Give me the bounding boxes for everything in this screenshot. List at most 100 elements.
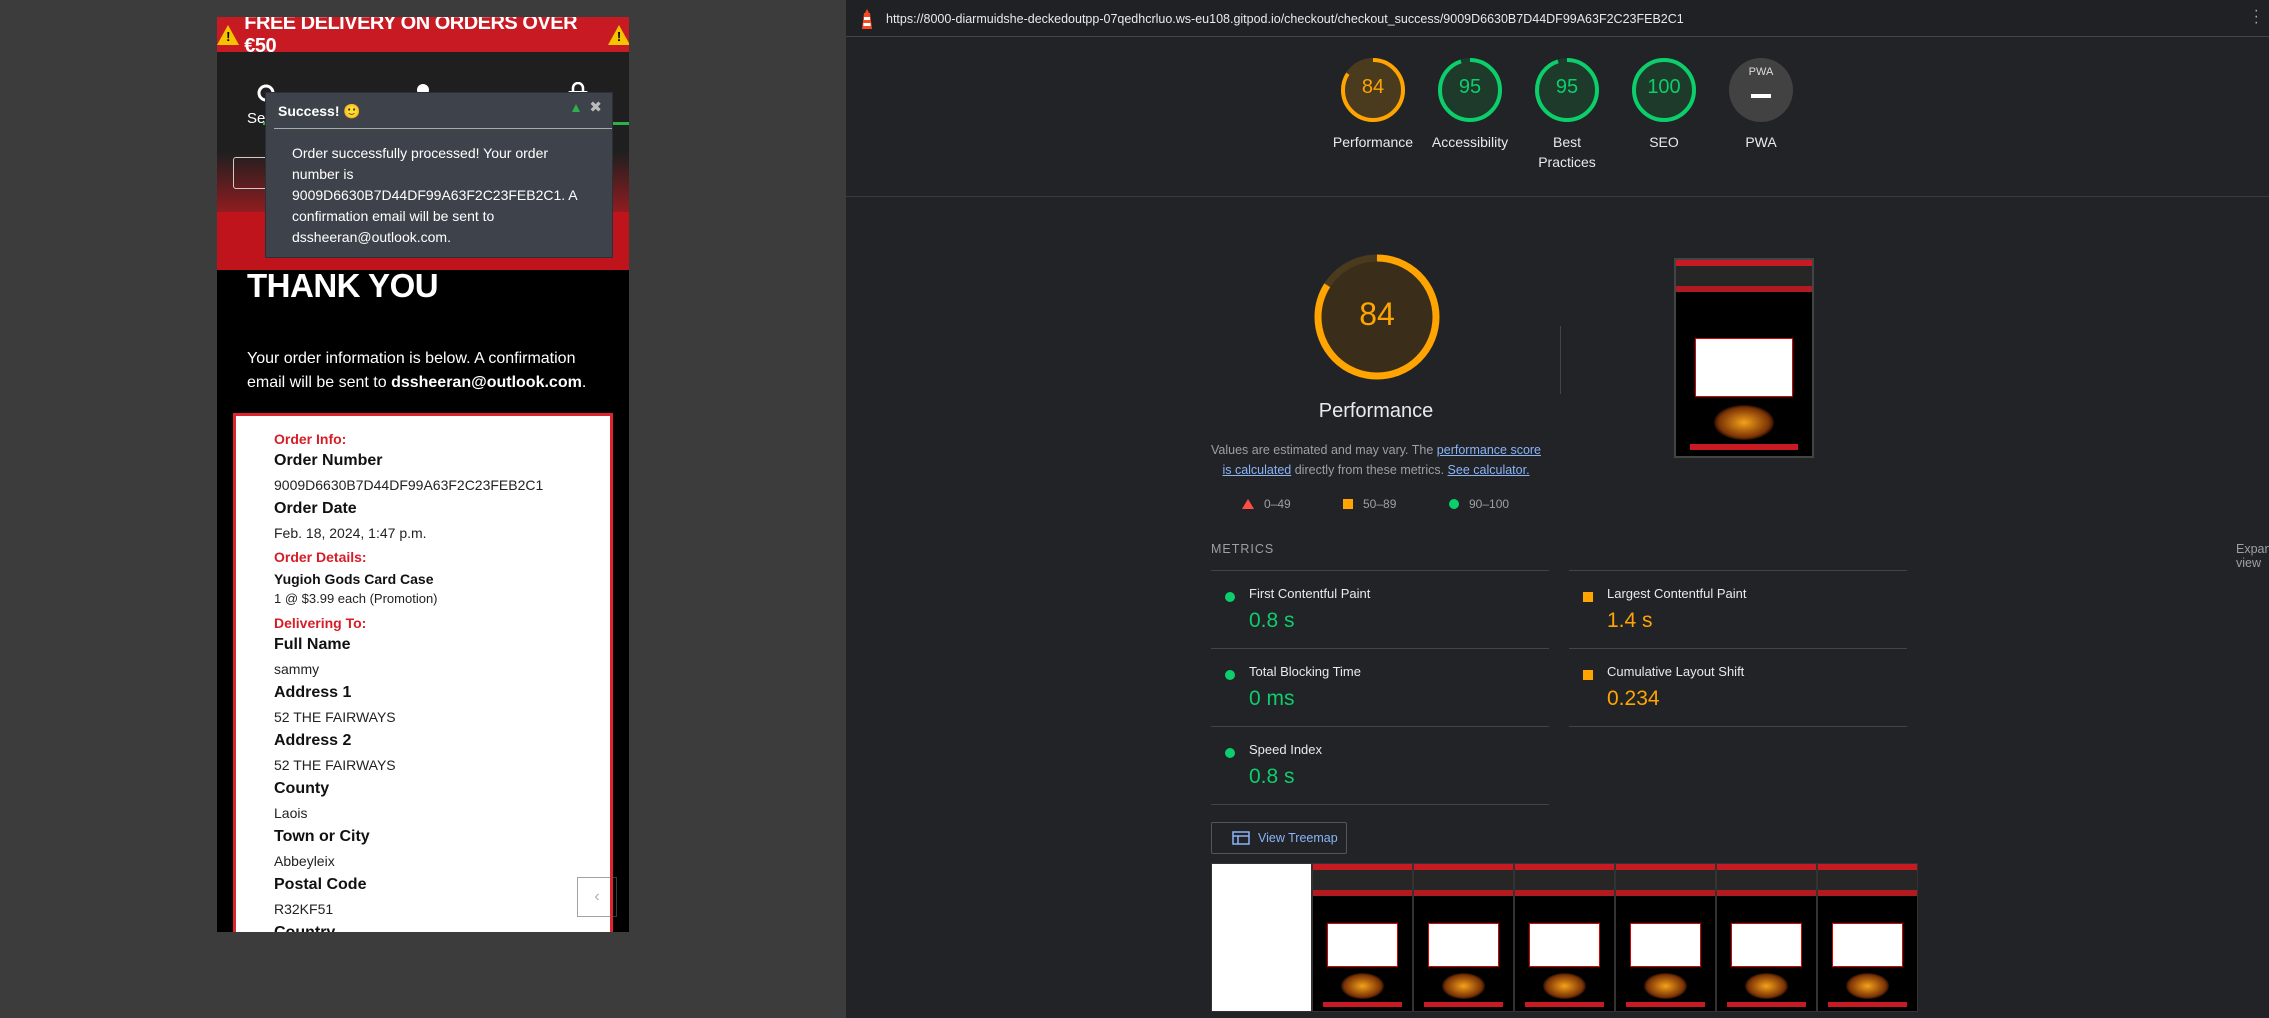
warning-icon bbox=[607, 24, 629, 45]
page-title: THANK YOU bbox=[247, 267, 439, 304]
average-square-icon bbox=[1343, 499, 1353, 509]
mobile-viewport: FREE DELIVERY ON ORDERS OVER €50 Se Succ… bbox=[217, 17, 629, 932]
gauge-seo[interactable]: 100 SEO bbox=[1618, 56, 1710, 152]
intro-end: . bbox=[581, 374, 587, 391]
chevron-up-icon[interactable]: ‹ bbox=[577, 877, 617, 917]
toast-title: Success! 🙂 bbox=[278, 103, 361, 119]
legend-pass: 90–100 bbox=[1449, 497, 1509, 511]
report-url-bar: https://8000-diarmuidshe-deckedoutpp-07q… bbox=[846, 0, 2269, 37]
lighthouse-report: https://8000-diarmuidshe-deckedoutpp-07q… bbox=[846, 0, 2269, 1018]
legend-fail: 0–49 bbox=[1242, 497, 1291, 511]
vertical-divider bbox=[1560, 326, 1561, 394]
expand-view-toggle[interactable]: Expand view bbox=[2236, 542, 2269, 570]
gauge-label: Accessibility bbox=[1431, 134, 1509, 150]
pass-circle-icon bbox=[1225, 592, 1235, 602]
intro-email: dssheeran@outlook.com bbox=[391, 374, 582, 391]
order-number: 9009D6630B7D44DF99A63F2C23FEB2C1 bbox=[274, 477, 544, 493]
filmstrip-frame bbox=[1211, 863, 1312, 1012]
metric-label: Largest Contentful Paint bbox=[1607, 586, 1747, 601]
perf-desc-text: Values are estimated and may vary. The bbox=[1210, 443, 1437, 457]
divider bbox=[1569, 570, 1907, 571]
divider bbox=[1569, 726, 1907, 727]
gauge-best-practices[interactable]: 95 Best Practices bbox=[1521, 56, 1613, 172]
gauge-performance[interactable]: 84 Performance bbox=[1327, 56, 1419, 152]
divider bbox=[1569, 648, 1907, 649]
filmstrip-frame bbox=[1312, 863, 1413, 1012]
postal-code: R32KF51 bbox=[274, 901, 334, 917]
filmstrip-frame bbox=[1716, 863, 1817, 1012]
pwa-badge-text: PWA bbox=[1748, 66, 1774, 78]
order-summary-card: Order Info: Order Number 9009D6630B7D44D… bbox=[233, 413, 613, 932]
order-number-label: Order Number bbox=[274, 452, 383, 469]
legend-average: 50–89 bbox=[1343, 497, 1396, 511]
final-screenshot[interactable] bbox=[1674, 258, 1814, 458]
postal-code-label: Postal Code bbox=[274, 876, 367, 893]
performance-title: Performance bbox=[1318, 400, 1434, 422]
metric-label: First Contentful Paint bbox=[1249, 586, 1371, 601]
full-name-label: Full Name bbox=[274, 636, 351, 653]
screenshot-mock bbox=[1676, 260, 1812, 456]
intro-text: Your order information is below. A confi… bbox=[247, 347, 607, 395]
address1-label: Address 1 bbox=[274, 684, 352, 701]
order-info-label: Order Info: bbox=[274, 431, 347, 447]
delivering-label: Delivering To: bbox=[274, 615, 367, 631]
pass-circle-icon bbox=[1449, 499, 1459, 509]
town-label: Town or City bbox=[274, 828, 370, 845]
address1: 52 THE FAIRWAYS bbox=[274, 709, 396, 725]
address2: 52 THE FAIRWAYS bbox=[274, 757, 396, 773]
metric-fcp: First Contentful Paint 0.8 s bbox=[1211, 574, 1541, 650]
town: Abbeyleix bbox=[274, 853, 335, 869]
metrics-header: METRICS bbox=[1211, 542, 1275, 556]
close-icon[interactable]: ✖ bbox=[589, 98, 602, 116]
county-label: County bbox=[274, 780, 330, 797]
warning-icon bbox=[217, 24, 240, 45]
filmstrip-frame bbox=[1413, 863, 1514, 1012]
gauge-value: 95 bbox=[1458, 76, 1482, 98]
more-options-icon[interactable]: · · · bbox=[2254, 3, 2259, 31]
pass-circle-icon bbox=[1225, 748, 1235, 758]
order-date: Feb. 18, 2024, 1:47 p.m. bbox=[274, 525, 427, 541]
gauge-pwa[interactable]: PWA PWA bbox=[1715, 56, 1807, 152]
see-calculator-link[interactable]: See calculator. bbox=[1448, 463, 1530, 477]
metric-speed-index: Speed Index 0.8 s bbox=[1211, 730, 1541, 806]
country-label: Country bbox=[274, 924, 335, 932]
view-treemap-label: View Treemap bbox=[1258, 831, 1338, 845]
filmstrip-frame bbox=[1514, 863, 1615, 1012]
metric-cls: Cumulative Layout Shift 0.234 bbox=[1569, 652, 1899, 728]
metric-value: 1.4 s bbox=[1607, 609, 1653, 632]
metric-label: Cumulative Layout Shift bbox=[1607, 664, 1745, 679]
metric-label: Speed Index bbox=[1249, 742, 1323, 757]
divider bbox=[846, 196, 2269, 197]
divider bbox=[1211, 726, 1549, 727]
legend-fail-text: 0–49 bbox=[1264, 497, 1291, 511]
metric-lcp: Largest Contentful Paint 1.4 s bbox=[1569, 574, 1899, 650]
product-name: Yugioh Gods Card Case bbox=[274, 571, 434, 587]
gauge-label: SEO bbox=[1649, 134, 1679, 150]
metric-value: 0.234 bbox=[1607, 687, 1660, 710]
legend-average-text: 50–89 bbox=[1363, 497, 1397, 511]
performance-score: 84 bbox=[1359, 296, 1395, 332]
toast-message: Order successfully processed! Your order… bbox=[292, 145, 577, 245]
metric-value: 0 ms bbox=[1249, 687, 1295, 710]
pass-circle-icon bbox=[1225, 670, 1235, 680]
success-toast: Success! 🙂 ✖ Order successfully processe… bbox=[265, 92, 613, 258]
gauge-label: PWA bbox=[1745, 134, 1777, 150]
metric-label: Total Blocking Time bbox=[1249, 664, 1361, 679]
order-date-label: Order Date bbox=[274, 500, 357, 517]
toast-arrow-icon bbox=[572, 104, 580, 112]
metric-value: 0.8 s bbox=[1249, 765, 1295, 788]
report-url[interactable]: https://8000-diarmuidshe-deckedoutpp-07q… bbox=[886, 12, 1684, 26]
metric-value: 0.8 s bbox=[1249, 609, 1295, 632]
order-details-label: Order Details: bbox=[274, 549, 367, 565]
gauge-accessibility[interactable]: 95 Accessibility bbox=[1424, 56, 1516, 152]
average-square-icon bbox=[1583, 670, 1593, 680]
gauge-value: 95 bbox=[1555, 76, 1579, 98]
perf-desc-text-2: directly from these metrics. bbox=[1291, 463, 1448, 477]
divider bbox=[1211, 570, 1549, 571]
fail-triangle-icon bbox=[1242, 499, 1254, 509]
divider bbox=[1211, 804, 1549, 805]
view-treemap-button[interactable]: View Treemap bbox=[1211, 822, 1347, 854]
product-line: 1 @ $3.99 each (Promotion) bbox=[274, 591, 438, 606]
toast-divider bbox=[274, 128, 612, 129]
filmstrip-frame bbox=[1615, 863, 1716, 1012]
